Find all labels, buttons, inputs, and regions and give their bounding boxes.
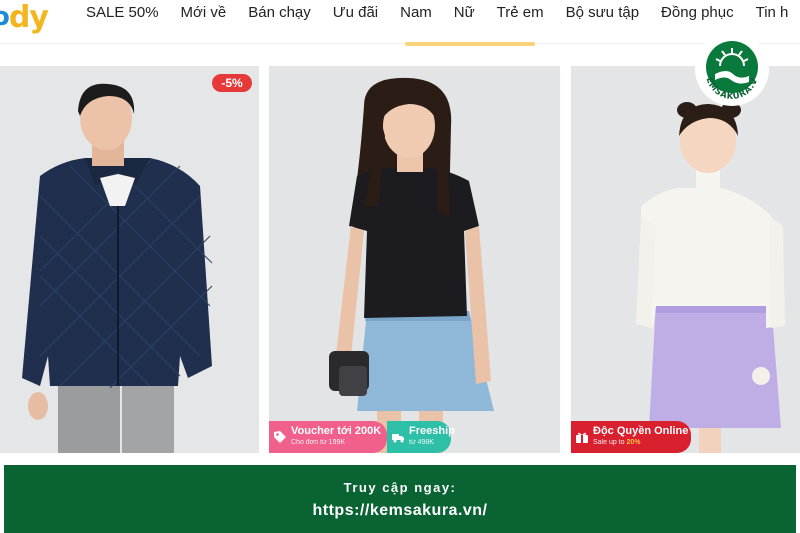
menu-item-offers[interactable]: Ưu đãi (333, 5, 378, 21)
site-logo[interactable]: ody (0, 0, 49, 35)
main-menu: SALE 50% Mới về Bán chạy Ưu đãi Nam Nữ T… (86, 5, 800, 21)
exclusive-title: Độc Quyền Online (593, 425, 689, 437)
gift-icon (576, 432, 588, 443)
menu-item-uniforms[interactable]: Đồng phục (661, 5, 734, 21)
menu-active-indicator (405, 42, 535, 46)
voucher-subtitle: Cho đơn từ 199K (291, 439, 346, 446)
freeship-title: Freeship (409, 425, 455, 437)
menu-item-kids[interactable]: Trẻ em (497, 5, 544, 21)
tag-icon (274, 431, 286, 443)
truck-icon (392, 434, 404, 443)
banner-url-link[interactable]: https://kemsakura.vn/ (4, 502, 796, 520)
freeship-tag[interactable]: Freeship từ 498K (387, 421, 455, 453)
product-card-women-tshirt[interactable] (269, 66, 560, 453)
product-image-men-jacket (22, 83, 213, 453)
kemsakura-watermark-logo: KEMSAKURA.VN (693, 30, 769, 106)
voucher-title: Voucher tới 200K (291, 425, 382, 437)
promo-banner[interactable]: Truy cập ngay: https://kemsakura.vn/ (4, 465, 796, 533)
top-navigation: ody SALE 50% Mới về Bán chạy Ưu đãi Nam … (0, 0, 800, 46)
menu-item-sale[interactable]: SALE 50% (86, 5, 159, 21)
discount-badge: -5% (212, 74, 252, 92)
voucher-tag[interactable]: Voucher tới 200K Cho đơn từ 199K (269, 421, 387, 453)
banner-heading: Truy cập ngay: (343, 480, 457, 495)
exclusive-subtitle: Sale up to 20% (593, 439, 641, 446)
product-card-men-jacket[interactable] (0, 66, 259, 453)
product-card-kids-top[interactable] (571, 66, 800, 453)
menu-item-news[interactable]: Tin h (756, 5, 789, 21)
menu-item-collections[interactable]: Bộ sưu tập (566, 5, 639, 21)
menu-item-bestseller[interactable]: Bán chạy (248, 5, 311, 21)
menu-item-men[interactable]: Nam (400, 5, 432, 21)
freeship-subtitle: từ 498K (409, 439, 434, 446)
product-image-women-tshirt (329, 77, 494, 453)
exclusive-online-tag[interactable]: Độc Quyền Online Sale up to 20% (571, 421, 691, 453)
menu-item-women[interactable]: Nữ (454, 5, 475, 21)
product-image-kids-top (636, 102, 785, 453)
menu-item-new[interactable]: Mới về (181, 5, 227, 21)
